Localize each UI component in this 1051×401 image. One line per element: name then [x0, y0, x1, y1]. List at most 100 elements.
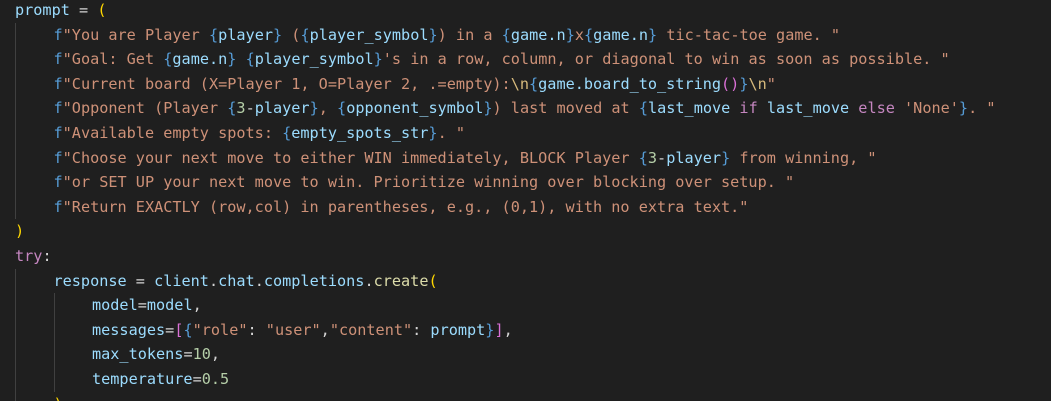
code-token: player [254, 99, 310, 118]
code-token: , [210, 345, 221, 364]
code-token: { [208, 25, 219, 44]
code-token: f [53, 197, 63, 216]
code-token: { [245, 50, 255, 69]
code-token: create [373, 271, 429, 290]
code-token: 0.5 [201, 370, 230, 388]
indent-guide [15, 268, 16, 401]
code-token: = [183, 345, 193, 364]
code-token: 3 [647, 148, 658, 167]
code-token: f [53, 124, 63, 142]
code-token: player_symbol [309, 25, 429, 44]
code-line: f"Current board (X=Player 1, O=Player 2,… [54, 72, 776, 96]
code-token: game.n [593, 25, 649, 44]
code-token: prompt [430, 320, 486, 339]
code-line: temperature=0.5 [92, 367, 229, 391]
code-line: model=model, [92, 293, 202, 317]
code-line: ) [15, 219, 24, 243]
code-token: "role" [192, 320, 248, 339]
code-line: f"Return EXACTLY (row,col) in parenthese… [54, 195, 749, 219]
code-token: "Current board (X=Player 1, O=Player 2, … [62, 74, 511, 93]
code-line: f"You are Player {player} ({player_symbo… [54, 23, 841, 47]
code-token: . [208, 271, 219, 290]
indent-guide [15, 22, 16, 220]
code-token: , [192, 296, 202, 315]
code-token: { [529, 74, 539, 93]
code-token: } [428, 124, 438, 142]
code-token: : [42, 247, 52, 265]
code-token: model [146, 296, 193, 315]
code-token: = [126, 271, 155, 290]
indent-guide [53, 293, 55, 392]
code-token: { [638, 148, 648, 167]
code-line: max_tokens=10, [92, 342, 220, 366]
code-token: . " [437, 124, 466, 142]
code-token: { [300, 25, 310, 44]
code-token: if [730, 99, 767, 118]
code-token: { [337, 99, 347, 118]
code-token: f [53, 173, 63, 192]
code-token: } [648, 25, 658, 44]
code-token: ( [97, 1, 107, 19]
code-token: tic-tac-toe game. " [657, 25, 841, 44]
code-line: f"Opponent (Player {3-player}, {opponent… [54, 96, 996, 120]
code-token: f [53, 50, 63, 69]
code-token: x [574, 25, 584, 44]
code-token: "or SET UP your next move to win. Priori… [62, 173, 795, 192]
code-token: opponent_symbol [346, 99, 484, 118]
code-token: last_move [647, 99, 731, 118]
code-token: () [721, 74, 740, 93]
code-token: } [565, 25, 575, 44]
code-line: f"Goal: Get {game.n} {player_symbol}'s i… [54, 47, 950, 71]
code-token: } [428, 25, 438, 44]
code-token: f [53, 148, 63, 167]
code-token: . " [968, 99, 996, 118]
code-line: f"Choose your next move to either WIN im… [54, 146, 877, 170]
code-token: 'None' [904, 99, 959, 118]
code-line: prompt = ( [15, 0, 106, 22]
code-token: \n [748, 74, 767, 93]
code-token: } [483, 99, 493, 118]
code-token: completions [263, 271, 365, 290]
code-token: "user" [265, 320, 321, 339]
code-token: ] [494, 320, 504, 339]
code-token: : [247, 320, 266, 339]
code-token: game.n [510, 25, 566, 44]
code-token: response [53, 271, 127, 290]
code-token: ) last moved at [492, 99, 639, 118]
code-token: . [364, 271, 374, 290]
code-token: game.board_to_string [538, 74, 722, 93]
code-token: 10 [192, 345, 211, 364]
code-token: 's in a row, column, or diagonal to win … [382, 50, 950, 69]
code-token: = [137, 296, 147, 315]
code-token: else [849, 99, 905, 118]
code-token: messages [92, 320, 166, 339]
code-token: model [92, 296, 138, 315]
code-token: , [320, 320, 330, 339]
code-token: = [192, 370, 202, 388]
code-token: { [282, 124, 292, 142]
code-token: ( [282, 25, 301, 44]
code-token: chat [218, 271, 255, 290]
code-token: f [53, 74, 63, 93]
code-token: } [273, 25, 283, 44]
code-editor[interactable]: prompt = (f"You are Player {player} ({pl… [0, 0, 1051, 401]
code-token: } [373, 50, 383, 69]
code-token: : [412, 320, 431, 339]
code-token: , [503, 320, 513, 339]
code-token: prompt [15, 1, 70, 19]
code-token: { [584, 25, 594, 44]
code-token: temperature [92, 370, 193, 388]
code-token: "Opponent (Player [62, 99, 228, 118]
code-line: response = client.chat.completions.creat… [54, 269, 438, 293]
code-token: = [165, 320, 175, 339]
code-token: \n [510, 74, 529, 93]
code-token: ) [15, 222, 25, 241]
code-token: "Return EXACTLY (row,col) in parentheses… [62, 197, 749, 216]
code-token: { [638, 99, 648, 118]
code-token: player [666, 148, 722, 167]
code-line: f"or SET UP your next move to win. Prior… [54, 170, 795, 194]
code-token: } [958, 99, 969, 118]
code-token: "You are Player [62, 25, 209, 44]
code-token: player [218, 25, 273, 44]
